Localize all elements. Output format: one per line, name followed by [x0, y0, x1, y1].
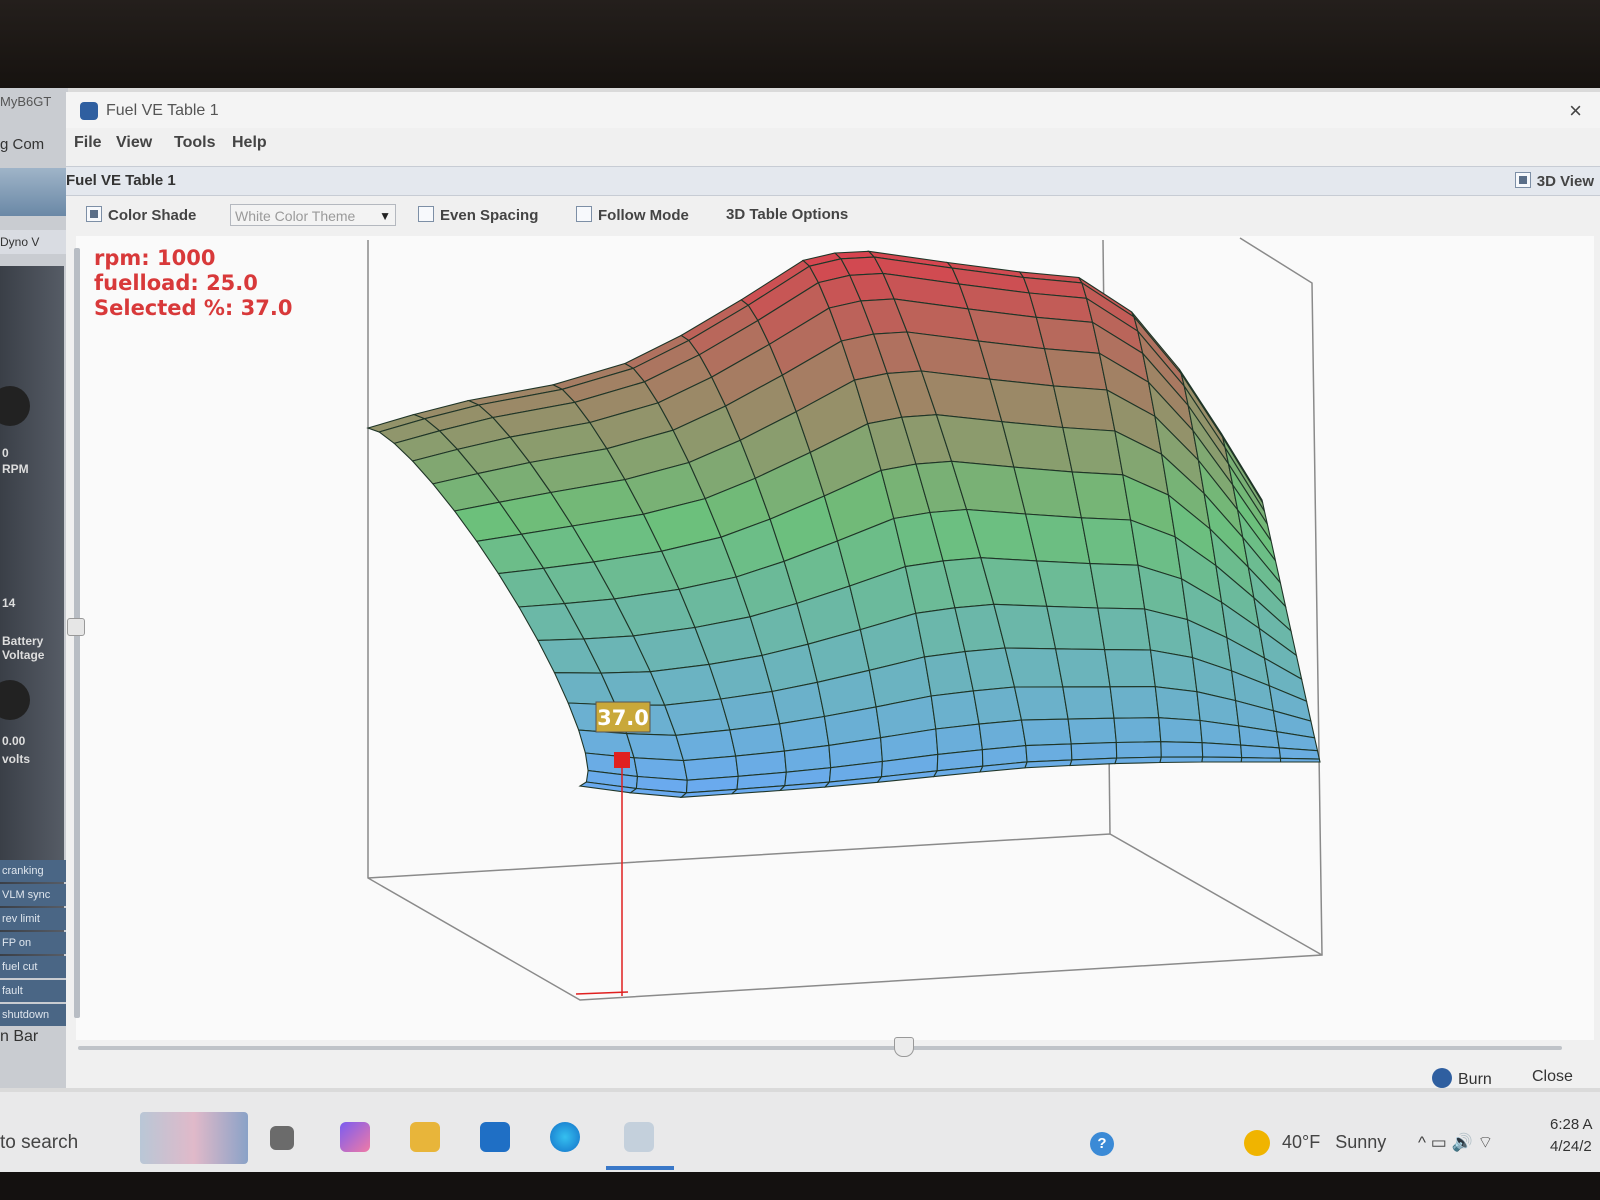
ve-cell[interactable]: [1103, 649, 1156, 688]
ve-cell[interactable]: [1240, 744, 1282, 759]
close-button[interactable]: Close: [1532, 1068, 1573, 1086]
task-view-icon[interactable]: [270, 1126, 294, 1150]
ve-cell[interactable]: [1052, 385, 1116, 432]
ve-cell[interactable]: [1004, 647, 1064, 688]
ve-cell[interactable]: [1020, 718, 1072, 747]
edge-icon[interactable]: [550, 1122, 580, 1152]
active-app-indicator: [606, 1166, 674, 1170]
ve-cell[interactable]: [1024, 513, 1091, 565]
ve-cell[interactable]: [720, 690, 781, 731]
3d-plot-area[interactable]: 37.0 rpm: 1000 fuelload: 25.0 Selected %…: [67, 236, 1594, 1040]
ve-cell[interactable]: [675, 729, 737, 762]
fuelload-readout: fuelload: 25.0: [94, 271, 258, 295]
ve-cell[interactable]: [663, 698, 731, 736]
monitor-bezel-top: [0, 0, 1600, 90]
ve-cell[interactable]: [1114, 756, 1163, 765]
ve-cell[interactable]: [1154, 686, 1201, 722]
ve-cell[interactable]: [1080, 517, 1139, 566]
ve-cell[interactable]: [1067, 717, 1117, 745]
taskbar: to search ? 40°F Sunny ^ ▭ 🔊 ⌔ 6:28 A 4/…: [0, 1092, 1600, 1172]
horizontal-rotation-slider[interactable]: [78, 1037, 1562, 1057]
ve-cell[interactable]: [729, 723, 786, 757]
ve-cell[interactable]: [1089, 563, 1146, 610]
ve-cell[interactable]: [1036, 560, 1099, 609]
ve-cell[interactable]: [935, 723, 984, 756]
burn-label: Burn: [1458, 1071, 1492, 1088]
weather-temp: 40°F: [1282, 1132, 1321, 1152]
ve-cell[interactable]: [1035, 316, 1101, 354]
rpm-readout: rpm: 1000: [94, 246, 216, 270]
monitor-bezel-bottom: [0, 1172, 1600, 1200]
vertical-rotation-slider[interactable]: [67, 248, 85, 1018]
ve-cell[interactable]: [1043, 348, 1108, 391]
ve-cell[interactable]: [1025, 743, 1073, 763]
ve-cell[interactable]: [625, 733, 685, 762]
ve-cell[interactable]: [1097, 607, 1152, 651]
ve-cell[interactable]: [1062, 426, 1124, 476]
burn-button[interactable]: Burn: [1432, 1068, 1492, 1089]
search-highlight-image[interactable]: [140, 1112, 248, 1164]
fuel-ve-table-window: Fuel VE Table 1 × File View Tools Help F…: [66, 92, 1600, 1088]
taskbar-clock[interactable]: 6:28 A 4/24/2: [1550, 1114, 1593, 1158]
help-icon[interactable]: ?: [1090, 1132, 1114, 1156]
ve-cell[interactable]: [1109, 686, 1160, 719]
selected-value-label: 37.0: [597, 706, 649, 730]
burn-icon: [1432, 1068, 1452, 1088]
selection-info: rpm: 1000 fuelload: 25.0 Selected %: 37.…: [94, 246, 292, 321]
ve-cell[interactable]: [1013, 686, 1069, 721]
ve-cell[interactable]: [1054, 648, 1111, 688]
ve-cell[interactable]: [1046, 605, 1106, 651]
horizontal-slider-thumb[interactable]: [894, 1037, 915, 1057]
ve-cell[interactable]: [1279, 757, 1321, 763]
ve-cell[interactable]: [1158, 717, 1203, 744]
ve-cell[interactable]: [1070, 741, 1118, 761]
vertical-slider-thumb[interactable]: [67, 618, 85, 636]
ve-cell[interactable]: [1240, 757, 1282, 763]
file-explorer-icon[interactable]: [410, 1122, 440, 1152]
ve-cell[interactable]: [1159, 756, 1204, 764]
ve-cell[interactable]: [1160, 741, 1204, 758]
ve-cell[interactable]: [1062, 686, 1115, 720]
ve-surface: [366, 250, 1321, 798]
ve-cell[interactable]: [1201, 742, 1243, 759]
outlook-icon[interactable]: [480, 1122, 510, 1152]
weather-widget[interactable]: 40°F Sunny: [1282, 1132, 1386, 1153]
ve-cell[interactable]: [1113, 717, 1162, 744]
clock-time: 6:28 A: [1550, 1116, 1593, 1133]
ve-cell[interactable]: [1071, 471, 1132, 521]
ve-cell[interactable]: [930, 690, 980, 730]
ve-cell[interactable]: [993, 603, 1057, 650]
selected-percent-readout: Selected %: 37.0: [94, 296, 293, 320]
tunerstudio-taskbar-icon[interactable]: [624, 1122, 654, 1152]
system-tray-icons[interactable]: ^ ▭ 🔊 ⌔: [1418, 1132, 1493, 1153]
weather-condition: Sunny: [1335, 1132, 1387, 1152]
ve-cell[interactable]: [1115, 741, 1162, 759]
clock-date: 4/24/2: [1550, 1138, 1592, 1155]
selected-cell-marker-square[interactable]: [614, 752, 630, 768]
copilot-icon[interactable]: [340, 1122, 370, 1152]
taskbar-search[interactable]: to search: [0, 1132, 78, 1154]
ve-cell[interactable]: [978, 719, 1027, 751]
ve-cell[interactable]: [1201, 756, 1243, 763]
sun-icon[interactable]: [1244, 1130, 1270, 1156]
ve-cell[interactable]: [972, 686, 1023, 725]
marker-floor-line: [575, 991, 629, 995]
screen: MyB6GT g Com Dyno V 0 RPM 14 Battery Vol…: [0, 88, 1600, 1172]
